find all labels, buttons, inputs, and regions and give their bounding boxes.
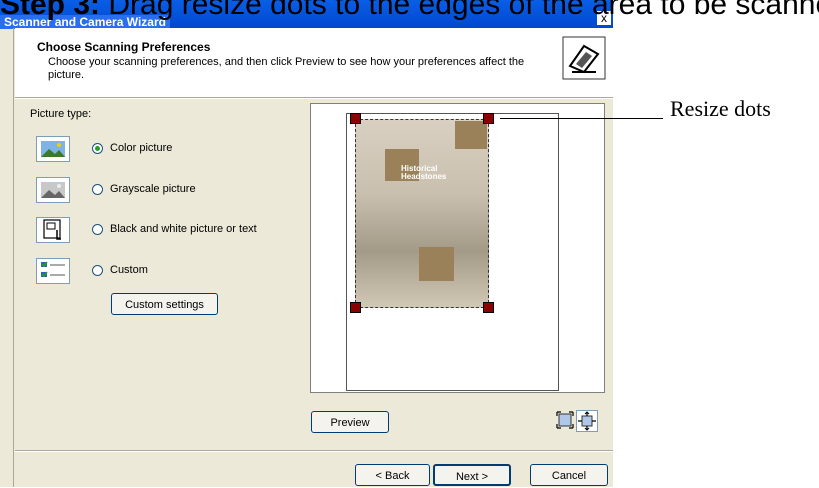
black-white-text-icon[interactable] xyxy=(36,217,70,243)
footer-separator xyxy=(15,450,613,452)
header-title: Choose Scanning Preferences xyxy=(37,40,211,54)
grayscale-picture-icon[interactable] xyxy=(36,177,70,203)
grayscale-picture-label[interactable]: Grayscale picture xyxy=(110,183,196,195)
fit-selection-icon[interactable] xyxy=(555,410,575,430)
back-button[interactable]: < Back xyxy=(355,464,430,486)
resize-handle-bottom-left[interactable] xyxy=(350,302,361,313)
custom-radio[interactable] xyxy=(92,265,103,276)
black-white-radio[interactable] xyxy=(92,224,103,235)
step-instruction: Drag resize dots to the edges of the are… xyxy=(100,0,819,21)
step-number: Step 3: xyxy=(0,0,101,21)
full-page-icon[interactable] xyxy=(576,410,598,432)
custom-label[interactable]: Custom xyxy=(110,264,148,276)
wizard-header: Choose Scanning Preferences Choose your … xyxy=(15,28,613,97)
custom-settings-icon[interactable] xyxy=(36,258,70,284)
annotation-label: Resize dots xyxy=(670,96,771,121)
black-white-label[interactable]: Black and white picture or text xyxy=(110,223,257,235)
resize-handle-top-left[interactable] xyxy=(350,113,361,124)
resize-handle-bottom-right[interactable] xyxy=(483,302,494,313)
color-picture-label[interactable]: Color picture xyxy=(110,142,172,154)
next-button[interactable]: Next > xyxy=(433,464,511,486)
preview-button[interactable]: Preview xyxy=(311,411,389,433)
window-border xyxy=(13,28,14,487)
picture-type-label: Picture type: xyxy=(30,108,92,120)
crop-selection[interactable] xyxy=(355,119,489,308)
color-picture-icon[interactable] xyxy=(36,136,70,162)
header-description: Choose your scanning preferences, and th… xyxy=(48,56,525,81)
resize-handle-top-right[interactable] xyxy=(483,113,494,124)
scanner-wizard-window: Scanner and Camera Wizard x Choose Scann… xyxy=(0,0,613,487)
custom-settings-button[interactable]: Custom settings xyxy=(111,293,218,315)
annotation-pointer-line xyxy=(500,118,663,119)
cancel-button[interactable]: Cancel xyxy=(530,464,608,486)
header-separator xyxy=(15,97,613,99)
grayscale-picture-radio[interactable] xyxy=(92,184,103,195)
scanner-wizard-icon xyxy=(562,36,606,80)
step-heading: Step 3: Drag resize dots to the edges of… xyxy=(0,0,819,22)
color-picture-radio[interactable] xyxy=(92,143,103,154)
